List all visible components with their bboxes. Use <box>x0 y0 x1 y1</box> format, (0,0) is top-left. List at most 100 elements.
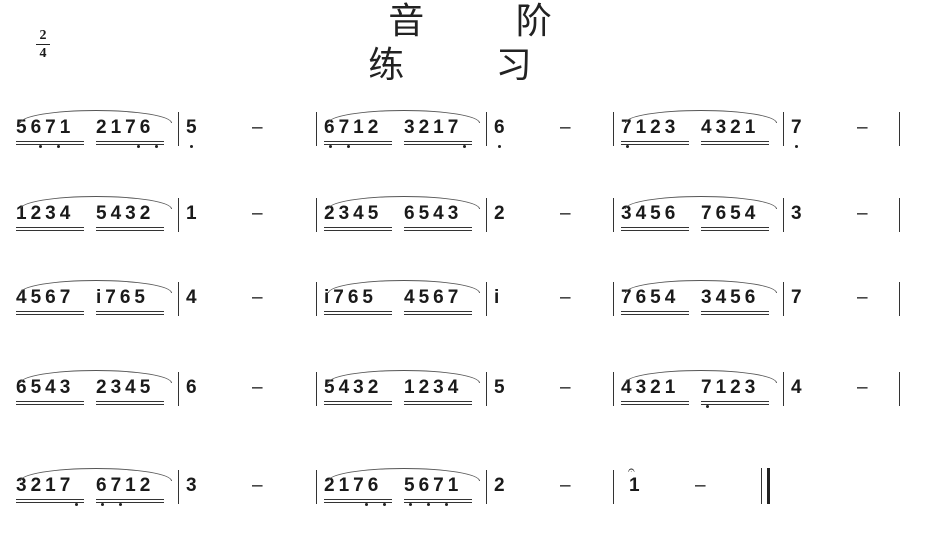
staff-row: 4567 i765 4– i765 4567 i –7654 3456 7– <box>0 262 940 342</box>
note-group: 2345 <box>96 352 170 432</box>
note-group: 5671 <box>16 92 90 172</box>
note-group: 5671 <box>404 450 478 530</box>
low-octave-dot <box>409 503 412 506</box>
beam-line <box>16 144 84 145</box>
low-octave-dot <box>706 405 709 408</box>
beam-line <box>701 404 769 405</box>
barline <box>899 112 901 146</box>
measure: 2345 6543 2 – <box>316 178 606 258</box>
note-group: 3456 <box>621 178 695 258</box>
barline <box>316 372 318 406</box>
sustain-dash: – <box>252 475 263 496</box>
barline <box>316 282 318 316</box>
note-group: 4321 <box>621 352 695 432</box>
low-octave-dot <box>365 503 368 506</box>
beam-line <box>96 230 164 231</box>
measure: 7654 3456 7 – <box>613 262 903 342</box>
low-octave-dot <box>190 145 193 148</box>
sustain-dash: – <box>695 475 706 496</box>
low-octave-dot <box>626 145 629 148</box>
low-octave-dot <box>119 503 122 506</box>
beam-line <box>621 314 689 315</box>
beam-line <box>621 311 689 312</box>
low-octave-dot <box>463 145 466 148</box>
held-note: 1 <box>629 475 640 496</box>
note-group: 2176 <box>324 450 398 530</box>
staff-row: 1234 5432 1 – 2345 6543 2 – 3456 7654 3 – <box>0 178 940 258</box>
staff-row: 3217 6712 3–2176 5671 2– 𝄐 1– <box>0 450 940 530</box>
beam-line <box>701 227 769 228</box>
beam-line <box>16 499 84 500</box>
beam-line <box>324 404 392 405</box>
beam-line <box>404 404 472 405</box>
note-group: 7654 <box>701 178 775 258</box>
barline <box>783 282 785 316</box>
note-group: 3456 <box>701 262 775 342</box>
barline <box>486 112 488 146</box>
sustain-dash: – <box>252 203 263 224</box>
held-note: 4 <box>186 287 197 308</box>
barline <box>899 282 901 316</box>
note-group: 6543 <box>16 352 90 432</box>
beam-line <box>324 401 392 402</box>
note-group: 5432 <box>96 178 170 258</box>
score-body: 5671 2176 5–6712 3217 6–7123 4321 7–1234 5432 1–… <box>0 0 940 538</box>
beam-line <box>404 314 472 315</box>
barline <box>178 198 180 232</box>
beam-line <box>16 311 84 312</box>
low-octave-dot <box>347 145 350 148</box>
beam-line <box>324 230 392 231</box>
note-group: 6543 <box>404 178 478 258</box>
note-group: 2176 <box>96 92 170 172</box>
low-octave-dot <box>445 503 448 506</box>
note-group: 5432 <box>324 352 398 432</box>
low-octave-dot <box>39 145 42 148</box>
beam-line <box>324 144 392 145</box>
beam-line <box>324 499 392 500</box>
staff-row: 6543 2345 6 – 5432 1234 5 – 4321 7123 4 – <box>0 352 940 432</box>
beam-line <box>701 314 769 315</box>
low-octave-dot <box>155 145 158 148</box>
barline <box>178 282 180 316</box>
low-octave-dot <box>101 503 104 506</box>
barline <box>783 372 785 406</box>
held-note: i <box>494 287 500 308</box>
beam-line <box>404 502 472 503</box>
measure: 7123 4321 7 – <box>613 92 903 172</box>
note-group: 1234 <box>16 178 90 258</box>
beam-line <box>96 499 164 500</box>
beam-line <box>701 401 769 402</box>
sustain-dash: – <box>857 377 868 398</box>
beam-line <box>96 144 164 145</box>
beam-line <box>16 401 84 402</box>
measure: 4567 i765 4 – <box>14 262 304 342</box>
note-group: 6712 <box>324 92 398 172</box>
sustain-dash: – <box>560 475 571 496</box>
low-octave-dot <box>383 503 386 506</box>
beam-line <box>324 314 392 315</box>
sustain-dash: – <box>560 287 571 308</box>
beam-line <box>324 502 392 503</box>
beam-line <box>701 230 769 231</box>
beam-line <box>324 227 392 228</box>
beam-line <box>621 401 689 402</box>
beam-line <box>16 314 84 315</box>
low-octave-dot <box>329 145 332 148</box>
low-octave-dot <box>57 145 60 148</box>
note-group: 7123 <box>701 352 775 432</box>
barline <box>316 198 318 232</box>
beam-line <box>621 141 689 142</box>
barline <box>613 112 615 146</box>
measure: 1234 5432 1 – <box>14 178 304 258</box>
barline <box>486 282 488 316</box>
beam-line <box>701 144 769 145</box>
note-group: 6712 <box>96 450 170 530</box>
sustain-dash: – <box>252 377 263 398</box>
sustain-dash: – <box>560 117 571 138</box>
held-note: 1 <box>186 203 197 224</box>
barline <box>613 198 615 232</box>
note-group: 7654 <box>621 262 695 342</box>
beam-line <box>621 230 689 231</box>
beam-line <box>16 404 84 405</box>
staff-row: 5671 2176 5 – 6712 3217 6 – 7123 4321 7 – <box>0 92 940 172</box>
